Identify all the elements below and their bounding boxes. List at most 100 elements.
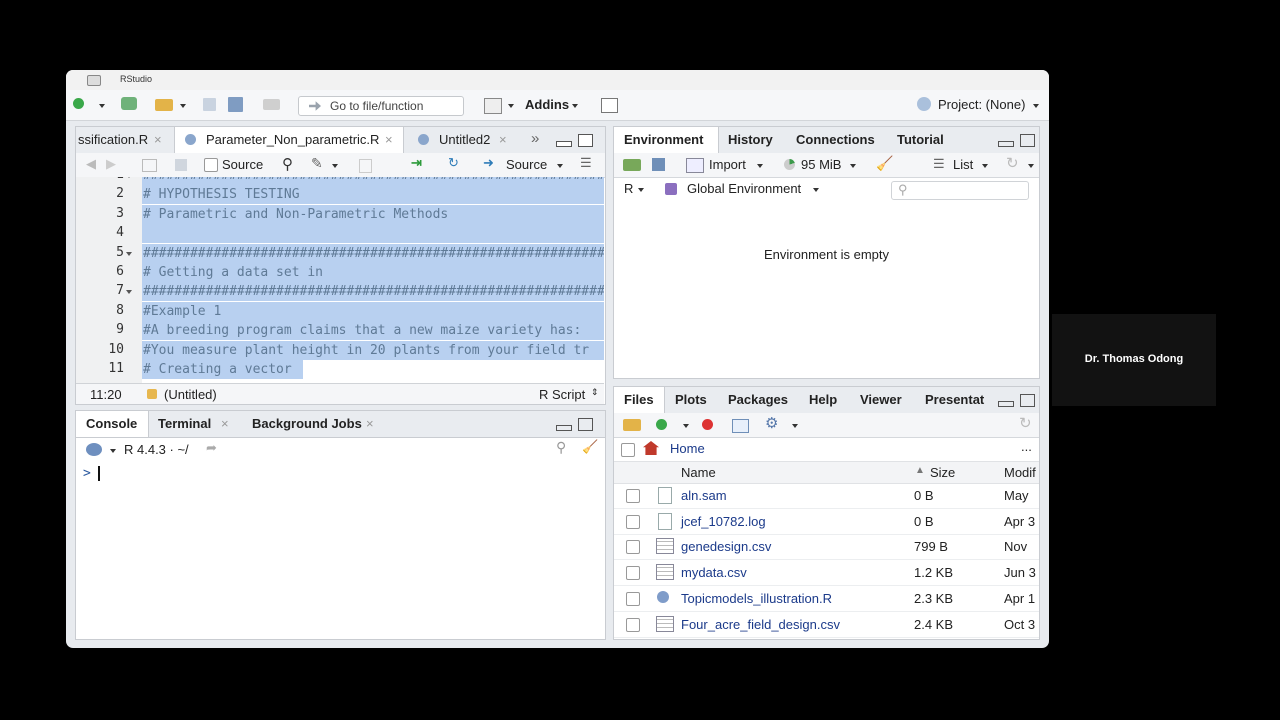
code-line[interactable]: # Creating a vector [142, 360, 303, 379]
tab-presentation[interactable]: Presentat [925, 387, 989, 413]
file-row[interactable]: Topicmodels_illustration.R 2.3 KB Apr 1 [614, 586, 1039, 612]
environment-select[interactable]: Global Environment [687, 181, 801, 196]
open-caret-icon[interactable] [180, 104, 186, 108]
search-icon[interactable]: ⚲ [282, 155, 293, 173]
minimize-icon[interactable] [556, 141, 572, 147]
file-name[interactable]: mydata.csv [681, 565, 747, 580]
tab-parameter-non-parametric[interactable]: Parameter_Non_parametric.R × [174, 127, 404, 153]
code-editor[interactable]: 1 2 3 4 5 6 7 8 9 10 11 ##########################… [76, 177, 604, 383]
maximize-icon[interactable] [578, 418, 593, 431]
tab-files[interactable]: Files [614, 387, 665, 413]
file-name[interactable]: aln.sam [681, 488, 727, 503]
addins-caret-icon[interactable] [572, 104, 578, 108]
tab-packages[interactable]: Packages [728, 387, 798, 413]
maximize-icon[interactable] [1020, 134, 1035, 147]
compile-report-icon[interactable] [359, 159, 372, 173]
more-tabs-icon[interactable]: » [531, 130, 539, 147]
breadcrumb-home[interactable]: Home [670, 441, 705, 456]
code-line[interactable]: # HYPOTHESIS TESTING [142, 185, 604, 205]
rename-icon[interactable] [732, 419, 749, 433]
code-line[interactable]: #A breeding program claims that a new ma… [142, 321, 604, 341]
filetype-label[interactable]: R Script [539, 387, 585, 402]
panes-caret-icon[interactable] [508, 104, 514, 108]
file-row[interactable]: mydata.csv 1.2 KB Jun 3 [614, 560, 1039, 587]
rerun-icon[interactable]: ↻ [448, 155, 459, 171]
file-checkbox[interactable] [626, 540, 640, 555]
fold-caret-icon[interactable] [126, 290, 132, 295]
file-checkbox[interactable] [626, 617, 640, 632]
tab-plots[interactable]: Plots [675, 387, 715, 413]
file-row[interactable]: aln.sam 0 B May [614, 483, 1039, 509]
goto-dir-icon[interactable]: ➦ [206, 440, 217, 456]
fold-caret-icon[interactable] [126, 251, 132, 256]
language-caret-icon[interactable] [638, 188, 644, 192]
view-mode-select[interactable]: List [953, 157, 973, 172]
import-dataset-button[interactable]: Import [709, 157, 746, 172]
save-workspace-icon[interactable] [652, 158, 665, 171]
import-dataset-icon[interactable] [686, 158, 704, 173]
r-version-caret-icon[interactable] [110, 449, 116, 453]
forward-icon[interactable]: ▶ [106, 156, 116, 172]
scope-label[interactable]: (Untitled) [164, 387, 217, 402]
filetype-caret-icon[interactable]: ⇕ [591, 387, 599, 398]
new-file-icon[interactable] [73, 98, 84, 109]
source-on-save-checkbox[interactable] [204, 158, 218, 172]
code-line[interactable]: ########################################… [142, 177, 604, 185]
source-arrow-icon[interactable]: ➜ [483, 155, 494, 171]
refresh-icon[interactable]: ↻ [1019, 414, 1032, 432]
goto-file-function-input[interactable]: Go to file/function [298, 96, 464, 116]
save-icon[interactable] [203, 98, 216, 111]
clear-env-broom-icon[interactable]: 🧹 [876, 155, 893, 172]
file-name[interactable]: Four_acre_field_design.csv [681, 617, 840, 632]
new-blank-file-icon[interactable] [656, 419, 667, 430]
clear-console-icon[interactable]: 🧹 [582, 439, 598, 455]
new-project-icon[interactable] [121, 97, 137, 110]
layout-icon[interactable] [601, 98, 618, 113]
language-select[interactable]: R [624, 181, 633, 196]
more-gear-icon[interactable]: ⚙ [765, 414, 778, 432]
project-caret-icon[interactable] [1033, 104, 1039, 108]
file-name[interactable]: jcef_10782.log [681, 514, 766, 529]
file-name[interactable]: Topicmodels_illustration.R [681, 591, 832, 606]
source-caret-icon[interactable] [557, 164, 563, 168]
file-checkbox[interactable] [626, 489, 640, 503]
minimize-icon[interactable] [556, 425, 572, 431]
maximize-icon[interactable] [578, 134, 593, 147]
environment-caret-icon[interactable] [813, 188, 819, 192]
refresh-icon[interactable]: ↻ [1006, 154, 1019, 172]
code-tools-icon[interactable]: ✎ [311, 155, 323, 172]
new-file-caret-icon[interactable] [99, 104, 105, 108]
code-line[interactable]: ########################################… [142, 243, 604, 263]
delete-icon[interactable] [702, 419, 713, 430]
select-all-checkbox[interactable] [621, 443, 635, 457]
tab-untitled2[interactable]: Untitled2 × [408, 127, 518, 153]
run-icon[interactable]: ⇥ [411, 155, 422, 171]
more-caret-icon[interactable] [792, 424, 798, 428]
code-line[interactable]: #You measure plant height in 20 plants f… [142, 340, 604, 360]
env-search-input[interactable]: ⚲ [891, 181, 1029, 200]
close-icon[interactable]: × [221, 411, 229, 437]
tab-classification[interactable]: ssification.R × [76, 127, 172, 153]
new-blank-file-caret-icon[interactable] [683, 424, 689, 428]
file-row[interactable]: genedesign.csv 799 B Nov [614, 534, 1039, 561]
source-button[interactable]: Source [506, 157, 547, 172]
search-icon[interactable]: ⚲ [556, 439, 566, 456]
tab-connections[interactable]: Connections [796, 127, 892, 153]
new-folder-icon[interactable] [623, 419, 641, 431]
close-icon[interactable]: × [154, 127, 162, 153]
console-output[interactable]: > [76, 461, 605, 639]
addins-menu[interactable]: Addins [525, 97, 569, 112]
col-name[interactable]: Name [681, 465, 716, 480]
close-icon[interactable]: × [499, 127, 507, 153]
file-checkbox[interactable] [626, 566, 640, 581]
refresh-caret-icon[interactable] [1028, 164, 1034, 168]
code-line[interactable] [142, 224, 604, 244]
save-icon[interactable] [175, 159, 187, 171]
workspace-panes-icon[interactable] [484, 98, 502, 114]
tab-environment[interactable]: Environment [613, 127, 719, 153]
open-folder-icon[interactable] [155, 99, 173, 111]
memory-usage[interactable]: 95 MiB [801, 157, 841, 172]
col-size[interactable]: Size [930, 465, 955, 480]
tab-background-jobs[interactable]: Background Jobs × [252, 411, 382, 437]
minimize-icon[interactable] [998, 401, 1014, 407]
